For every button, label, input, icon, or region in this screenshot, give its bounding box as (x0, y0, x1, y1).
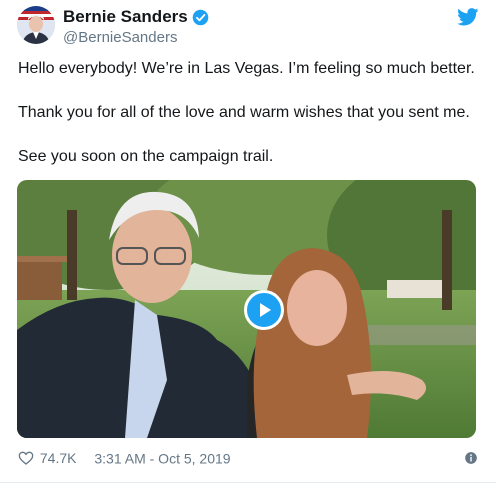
tweet-paragraph: Thank you for all of the love and warm w… (18, 104, 470, 121)
info-icon[interactable] (464, 451, 478, 465)
tweet-card: Bernie Sanders @BernieSanders Hello ever… (0, 0, 496, 494)
tweet-footer: 74.7K 3:31 AM - Oct 5, 2019 (18, 449, 478, 471)
play-icon (260, 303, 271, 317)
heart-icon[interactable] (18, 450, 34, 466)
play-button[interactable] (244, 290, 284, 330)
handle[interactable]: @BernieSanders (63, 29, 209, 46)
tweet-paragraph: Hello everybody! We’re in Las Vegas. I’m… (18, 60, 475, 77)
avatar[interactable] (17, 6, 55, 44)
video-player[interactable] (17, 180, 476, 438)
display-name[interactable]: Bernie Sanders (63, 7, 188, 27)
like-count[interactable]: 74.7K (40, 450, 77, 466)
divider (0, 482, 496, 483)
tweet-text: Hello everybody! We’re in Las Vegas. I’m… (18, 58, 478, 190)
tweet-header: Bernie Sanders @BernieSanders (17, 6, 479, 46)
tweet-paragraph: See you soon on the campaign trail. (18, 148, 274, 165)
author-names: Bernie Sanders @BernieSanders (63, 7, 209, 46)
verified-badge-icon (192, 9, 209, 25)
timestamp[interactable]: 3:31 AM - Oct 5, 2019 (94, 450, 230, 466)
twitter-bird-icon[interactable] (457, 8, 479, 26)
